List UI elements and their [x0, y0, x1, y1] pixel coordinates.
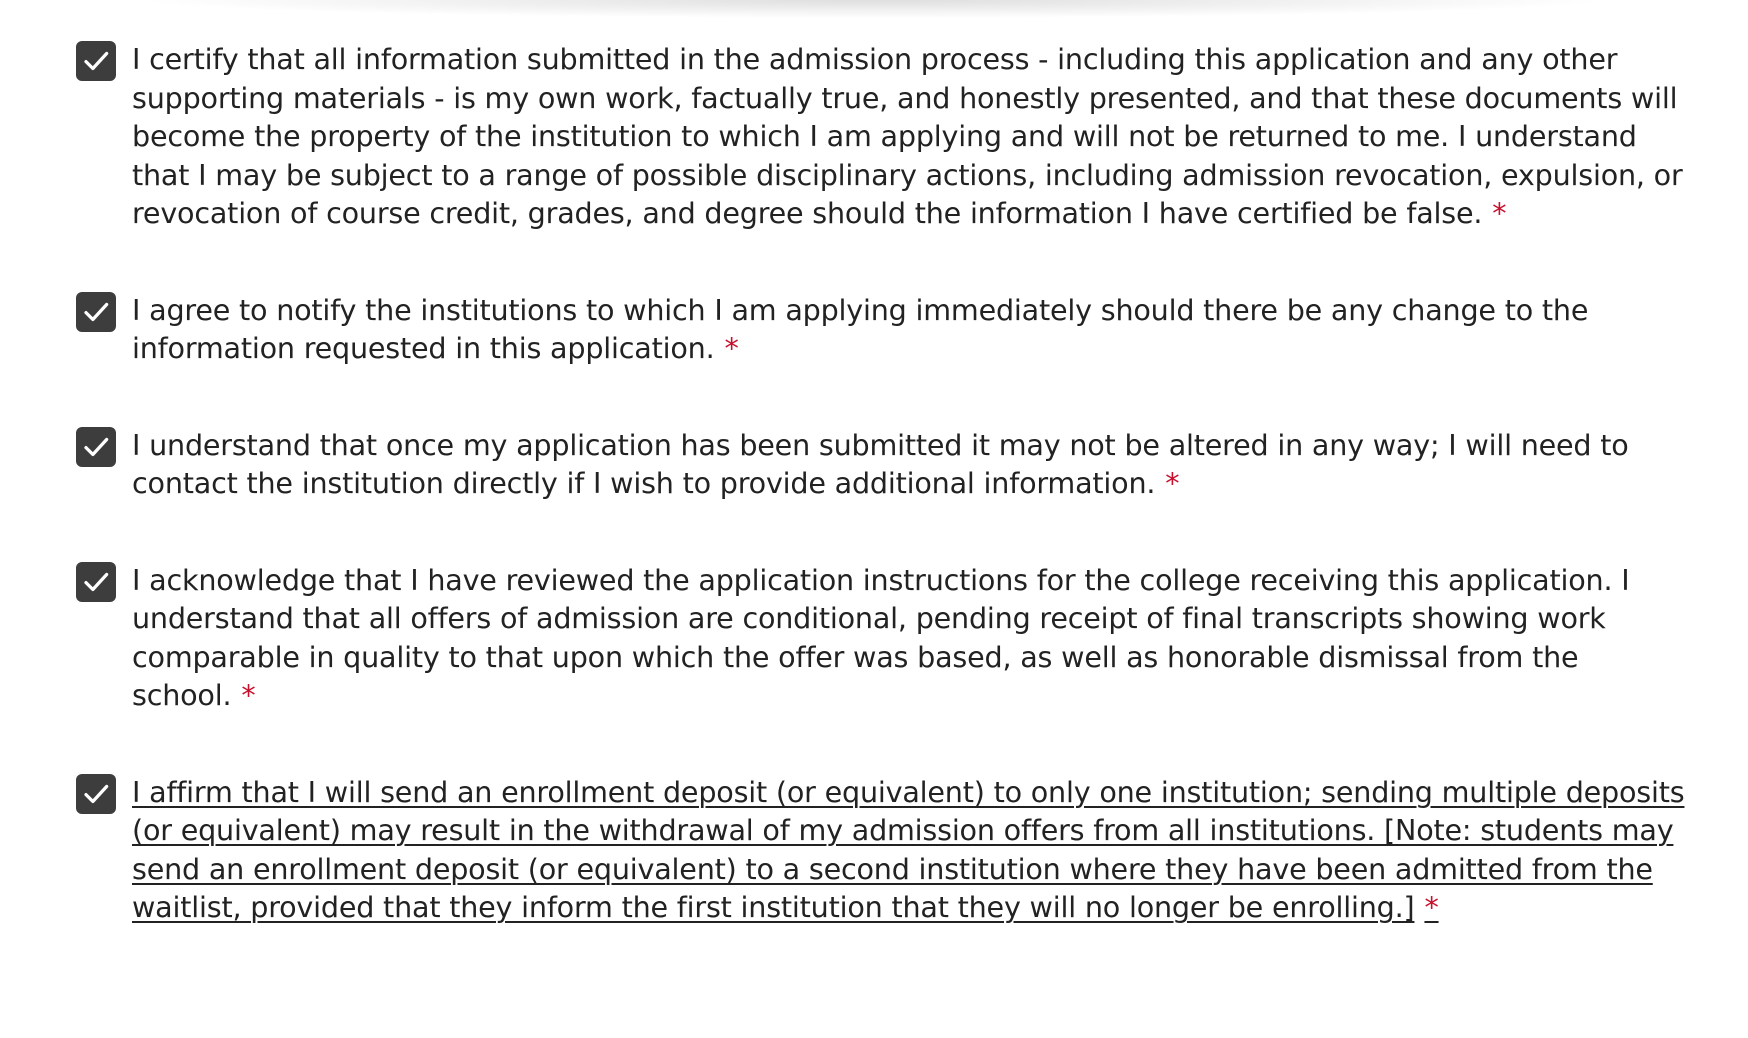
notify-label[interactable]: I agree to notify the institutions to wh… — [132, 291, 1696, 368]
attestation-checkbox-list: I certify that all information submitted… — [76, 40, 1696, 927]
required-marker: * — [1424, 890, 1439, 924]
checkmark-icon — [84, 302, 109, 321]
attestation-item-notify: I agree to notify the institutions to wh… — [76, 291, 1696, 368]
no-alteration-checkbox[interactable] — [76, 426, 116, 467]
checkmark-icon — [84, 572, 109, 591]
acknowledge-label[interactable]: I acknowledge that I have reviewed the a… — [132, 561, 1696, 715]
acknowledge-text: I acknowledge that I have reviewed the a… — [132, 562, 1630, 713]
certify-label[interactable]: I certify that all information submitted… — [132, 40, 1696, 233]
required-marker: * — [724, 331, 739, 365]
attestation-item-acknowledge: I acknowledge that I have reviewed the a… — [76, 561, 1696, 715]
no-alteration-label[interactable]: I understand that once my application ha… — [132, 426, 1696, 503]
acknowledge-checkbox[interactable] — [76, 561, 116, 602]
deposit-text: I affirm that I will send an enrollment … — [132, 774, 1685, 925]
checkmark-icon — [84, 51, 109, 71]
top-shadow — [0, 0, 1748, 26]
attestation-item-certify: I certify that all information submitted… — [76, 40, 1696, 233]
notify-checkbox[interactable] — [76, 291, 116, 332]
checkmark-icon — [84, 437, 109, 456]
checkmark-icon — [84, 784, 109, 803]
no-alteration-text: I understand that once my application ha… — [132, 427, 1629, 501]
attestation-item-no-alteration: I understand that once my application ha… — [76, 426, 1696, 503]
attestation-item-deposit: I affirm that I will send an enrollment … — [76, 773, 1696, 927]
certify-checkbox[interactable] — [76, 41, 116, 81]
required-marker: * — [1492, 196, 1507, 230]
certify-text: I certify that all information submitted… — [132, 42, 1683, 230]
deposit-label[interactable]: I affirm that I will send an enrollment … — [132, 773, 1696, 927]
required-marker: * — [1165, 466, 1180, 500]
required-marker: * — [241, 678, 256, 712]
notify-text: I agree to notify the institutions to wh… — [132, 292, 1589, 366]
deposit-checkbox[interactable] — [76, 773, 116, 814]
